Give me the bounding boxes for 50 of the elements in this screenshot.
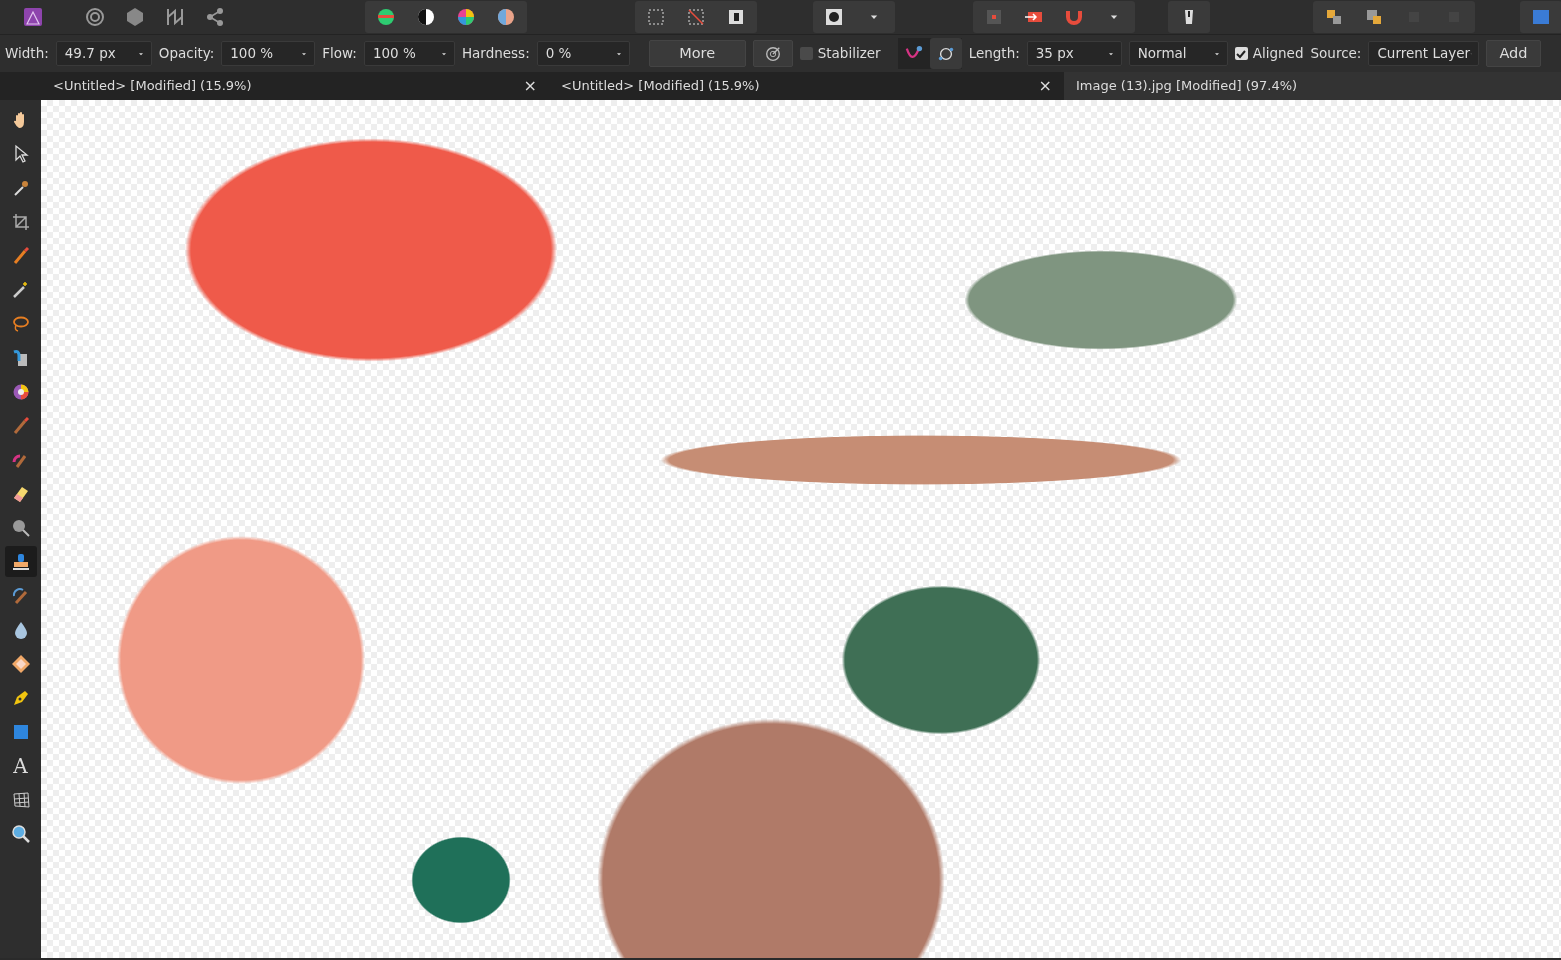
marquee-icon [646,7,666,27]
document-tab[interactable]: Image (13).jpg [Modified] (97.4%) [1064,72,1561,100]
dropdown-field[interactable]: 0 % [536,41,630,66]
half-circle-icon [416,7,436,27]
checkbox[interactable] [1234,47,1248,60]
magnifier-icon [10,517,31,538]
hexagon-icon [125,7,145,27]
field-label: Width: [5,44,49,64]
close-button[interactable]: × [523,74,537,98]
dropdown-field[interactable]: 100 % [221,41,316,66]
dropdown-field[interactable]: 35 px [1026,41,1122,66]
no-selection-icon [686,7,706,27]
color-balance-icon [376,7,396,27]
caret-icon [1110,13,1118,21]
field-label: Hardness: [461,44,530,64]
toolbar-button[interactable]: More [648,40,746,67]
caret-icon [870,13,878,21]
field-label: Opacity: [158,44,215,64]
gradient-circle-icon [496,7,516,27]
dropdown-field[interactable]: Normal [1128,41,1228,66]
mask-icon [824,7,844,27]
crop-icon [10,211,31,232]
invert-selection-icon [726,7,746,27]
dropdown-field[interactable]: 49.7 px [55,41,152,66]
checkbox-label: Aligned [1252,44,1304,64]
field-label: Source: [1310,44,1362,64]
tool-button[interactable]: A [4,750,37,781]
dropdown-field[interactable]: Current Layer [1368,41,1480,66]
stamp-icon [10,551,31,572]
target-icon [763,44,782,63]
window-mode-button[interactable] [929,38,962,69]
target-button[interactable] [752,40,793,67]
tool-button[interactable] [4,546,37,577]
color-wheel-icon [456,7,476,27]
checkbox[interactable] [799,47,813,60]
mesh-icon [10,789,31,810]
arrange-icon [1324,7,1344,27]
dropdown-field[interactable]: 100 % [363,41,455,66]
arrange-icon [1364,7,1384,27]
toolbar-button[interactable]: Add [1486,40,1541,67]
checkbox-label: Stabilizer [817,44,881,64]
field-label: Length: [968,44,1020,64]
close-button[interactable]: × [1038,74,1052,98]
share-icon [205,7,225,27]
spiral-icon [85,7,105,27]
app-logo-icon [23,7,43,27]
field-label: Flow: [322,44,357,64]
search-icon [10,823,31,844]
diamond-icon [10,653,31,674]
panel-icon [1531,7,1551,27]
